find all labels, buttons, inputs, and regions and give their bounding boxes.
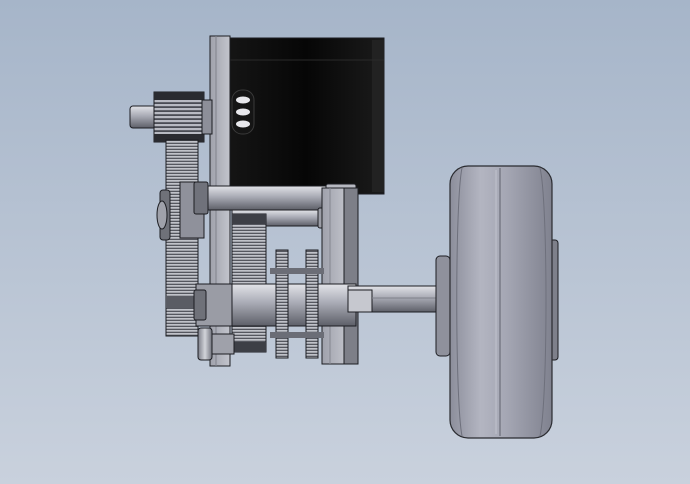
wheel-tire[interactable] bbox=[449, 165, 553, 439]
gearbox-side-plate[interactable] bbox=[321, 187, 359, 365]
lower-shaft[interactable] bbox=[193, 283, 357, 327]
motor-vent-slots-icon bbox=[231, 89, 255, 135]
cad-viewport[interactable] bbox=[0, 0, 690, 484]
intermediate-gear[interactable] bbox=[231, 213, 267, 353]
axle[interactable] bbox=[347, 285, 449, 313]
motor-housing[interactable] bbox=[227, 37, 385, 195]
drivetrain-3d-model[interactable] bbox=[0, 0, 690, 484]
